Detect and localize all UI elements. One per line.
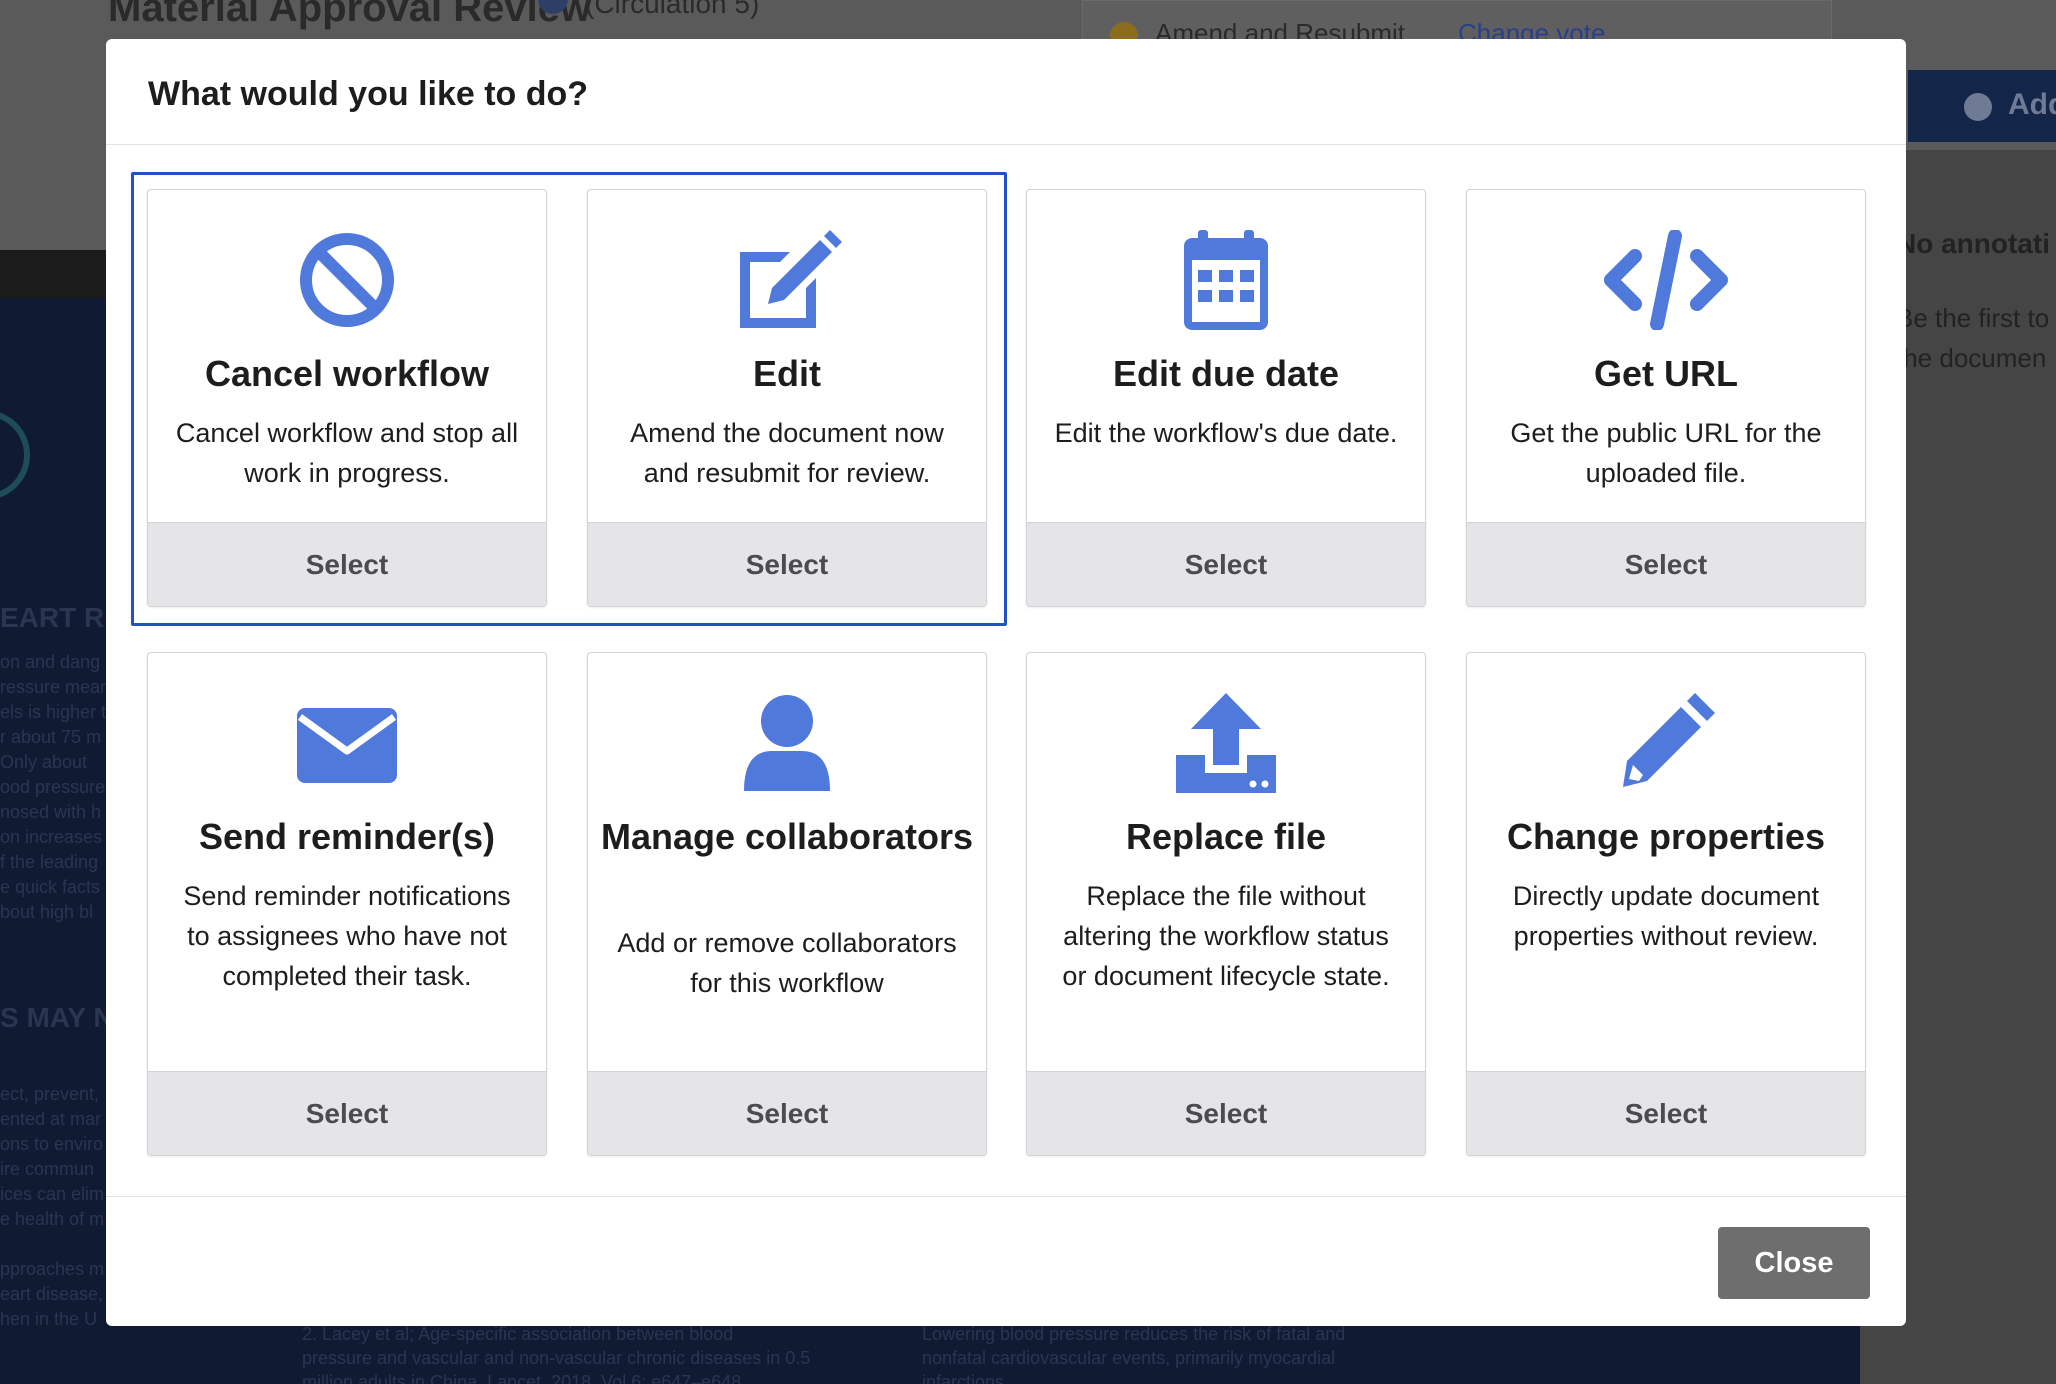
upload-icon bbox=[1171, 693, 1281, 793]
card-description: Send reminder notifications to assignees… bbox=[183, 881, 511, 991]
edit-icon bbox=[732, 230, 842, 330]
card-title: Replace file bbox=[1125, 816, 1327, 857]
background-doc-text: on and dang ressure mean els is higher t… bbox=[0, 652, 111, 922]
card-title: Cancel workflow bbox=[204, 353, 490, 394]
background-annotation-title: No annotati bbox=[1896, 228, 2050, 259]
dialog-footer: Close bbox=[106, 1196, 1906, 1326]
ban-icon bbox=[292, 230, 402, 330]
card-title: Get URL bbox=[1594, 353, 1738, 394]
select-edit-button[interactable]: Select bbox=[588, 522, 986, 606]
code-icon bbox=[1601, 230, 1731, 330]
select-edit-due-date-button[interactable]: Select bbox=[1027, 522, 1425, 606]
background-add-label: Add bbox=[2008, 88, 2056, 121]
background-footnote: 2. Lacey et al; Age-specific association… bbox=[302, 1324, 811, 1384]
select-change-properties-button[interactable]: Select bbox=[1467, 1071, 1865, 1155]
user-icon bbox=[732, 693, 842, 793]
card-replace-file[interactable]: Replace file Replace the file without al… bbox=[1026, 652, 1426, 1156]
card-description: Replace the file without altering the wo… bbox=[1062, 881, 1390, 991]
select-send-reminders-button[interactable]: Select bbox=[148, 1071, 546, 1155]
card-title: Change properties bbox=[1506, 816, 1826, 857]
card-change-properties[interactable]: Change properties Directly update docume… bbox=[1466, 652, 1866, 1156]
select-manage-collaborators-button[interactable]: Select bbox=[588, 1071, 986, 1155]
card-cancel-workflow[interactable]: Cancel workflow Cancel workflow and stop… bbox=[147, 189, 547, 607]
card-description: Directly update document properties with… bbox=[1512, 881, 1820, 951]
card-description: Edit the workflow's due date. bbox=[1054, 418, 1398, 448]
card-manage-collaborators[interactable]: Manage collaborators Add or remove colla… bbox=[587, 652, 987, 1156]
background-page-title: Material Approval Review bbox=[108, 0, 592, 30]
background-circulation: (Circulation 5) bbox=[585, 0, 760, 19]
card-title: Edit due date bbox=[1112, 353, 1340, 394]
card-title: Edit bbox=[753, 353, 821, 394]
card-title: Manage collaborators bbox=[600, 816, 974, 857]
background-annotation-text: Be the first to the documen bbox=[1896, 303, 2050, 373]
close-button[interactable]: Close bbox=[1718, 1227, 1870, 1299]
card-description: Cancel workflow and stop all work in pro… bbox=[175, 418, 519, 488]
select-get-url-button[interactable]: Select bbox=[1467, 522, 1865, 606]
card-description: Amend the document now and resubmit for … bbox=[630, 418, 944, 488]
select-replace-file-button[interactable]: Select bbox=[1027, 1071, 1425, 1155]
background-doc-text: ect, prevent, ented at mar ons to enviro… bbox=[0, 1084, 105, 1329]
envelope-icon bbox=[292, 693, 402, 793]
card-edit-due-date[interactable]: Edit due date Edit the workflow's due da… bbox=[1026, 189, 1426, 607]
dialog-title: What would you like to do? bbox=[148, 75, 589, 113]
dialog-header: What would you like to do? bbox=[106, 39, 1906, 145]
action-dialog: What would you like to do? Cancel workfl… bbox=[106, 39, 1906, 1326]
card-title: Send reminder(s) bbox=[198, 816, 496, 857]
plus-circle-icon bbox=[1964, 93, 1992, 121]
card-edit[interactable]: Edit Amend the document now and resubmit… bbox=[587, 189, 987, 607]
select-cancel-workflow-button[interactable]: Select bbox=[148, 522, 546, 606]
card-description: Add or remove collaborators for this wor… bbox=[617, 928, 957, 998]
pencil-icon bbox=[1611, 693, 1721, 793]
calendar-icon bbox=[1171, 230, 1281, 330]
card-get-url[interactable]: Get URL Get the public URL for the uploa… bbox=[1466, 189, 1866, 607]
card-send-reminders[interactable]: Send reminder(s) Send reminder notificat… bbox=[147, 652, 547, 1156]
background-footnote: Lowering blood pressure reduces the risk… bbox=[922, 1324, 1346, 1384]
card-description: Get the public URL for the uploaded file… bbox=[1510, 418, 1822, 488]
